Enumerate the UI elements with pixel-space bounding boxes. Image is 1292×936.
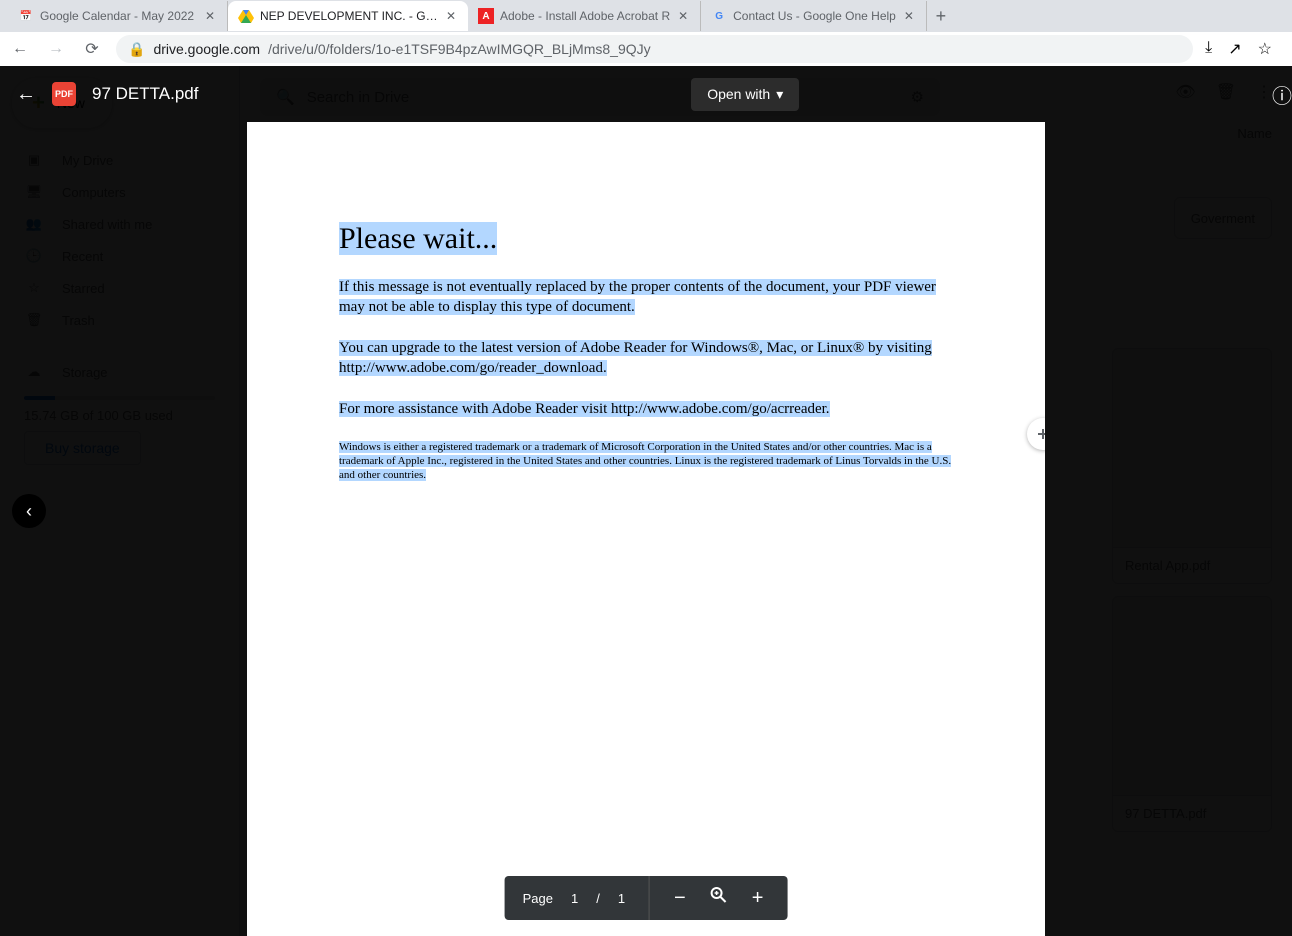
url-domain: drive.google.com — [153, 41, 260, 57]
add-shortcut-button[interactable] — [1027, 418, 1045, 450]
zoom-out-button[interactable]: − — [668, 887, 692, 910]
tab-title: Adobe - Install Adobe Acrobat R — [500, 9, 670, 23]
tab-title: Google Calendar - May 2022 — [40, 9, 197, 23]
install-icon[interactable]: ⤓ — [1205, 39, 1212, 59]
new-tab-button[interactable]: + — [927, 2, 955, 30]
pdf-page: Please wait... If this message is not ev… — [247, 122, 1045, 936]
open-with-button[interactable]: Open with ▾ — [691, 78, 799, 111]
pdf-file-icon: PDF — [52, 82, 76, 106]
zoom-reset-button[interactable] — [704, 886, 734, 910]
close-icon[interactable]: ✕ — [444, 9, 458, 23]
close-icon[interactable]: ✕ — [203, 9, 217, 23]
pdf-toolbar: Page 1 / 1 − + — [505, 876, 788, 920]
url-path: /drive/u/0/folders/1o-e1TSF9B4pzAwIMGQR_… — [268, 41, 651, 57]
chrome-actions: ⤓ ↗ ☆ — [1205, 39, 1284, 59]
tab-title: Contact Us - Google One Help — [733, 9, 896, 23]
calendar-favicon: 📅 — [18, 8, 34, 24]
pdf-title: 97 DETTA.pdf — [92, 84, 198, 104]
help-icon[interactable]: ⓘ — [1272, 80, 1292, 109]
back-arrow-button[interactable]: ← — [16, 83, 36, 106]
pdf-heading: Please wait... — [339, 222, 497, 255]
browser-tab[interactable]: A Adobe - Install Adobe Acrobat R ✕ — [468, 1, 701, 31]
tab-bar: 📅 Google Calendar - May 2022 ✕ NEP DEVEL… — [0, 0, 1292, 32]
close-icon[interactable]: ✕ — [676, 9, 690, 23]
google-favicon: G — [711, 8, 727, 24]
browser-chrome: 📅 Google Calendar - May 2022 ✕ NEP DEVEL… — [0, 0, 1292, 66]
pdf-paragraph: For more assistance with Adobe Reader vi… — [339, 400, 953, 420]
bookmark-icon[interactable]: ☆ — [1258, 39, 1272, 59]
pdf-small-text: Windows is either a registered trademark… — [339, 440, 953, 483]
browser-tab[interactable]: 📅 Google Calendar - May 2022 ✕ — [8, 1, 228, 31]
zoom-controls: − + — [650, 876, 787, 920]
back-button[interactable]: ← — [8, 37, 32, 61]
reload-button[interactable]: ⟳ — [80, 37, 104, 61]
browser-tab-active[interactable]: NEP DEVELOPMENT INC. - Goog ✕ — [228, 1, 468, 31]
page-indicator: Page 1 / 1 — [505, 876, 650, 920]
prev-page-button[interactable]: ‹ — [12, 494, 46, 528]
zoom-in-button[interactable]: + — [746, 887, 770, 910]
browser-tab[interactable]: G Contact Us - Google One Help ✕ — [701, 1, 927, 31]
pdf-paragraph: If this message is not eventually replac… — [339, 278, 953, 317]
pdf-paragraph: You can upgrade to the latest version of… — [339, 339, 953, 378]
lock-icon: 🔒 — [128, 41, 145, 58]
page-separator: / — [596, 891, 600, 906]
address-bar: ← → ⟳ 🔒 drive.google.com/drive/u/0/folde… — [0, 32, 1292, 66]
url-input[interactable]: 🔒 drive.google.com/drive/u/0/folders/1o-… — [116, 35, 1193, 63]
total-pages: 1 — [612, 891, 631, 906]
adobe-favicon: A — [478, 8, 494, 24]
chevron-down-icon: ▾ — [776, 86, 783, 103]
close-icon[interactable]: ✕ — [902, 9, 916, 23]
drive-favicon — [238, 8, 254, 24]
page-label: Page — [523, 891, 553, 906]
tab-title: NEP DEVELOPMENT INC. - Goog — [260, 9, 438, 23]
pdf-viewer-overlay: ← PDF 97 DETTA.pdf Open with ▾ ⓘ ‹ Pleas… — [0, 66, 1292, 936]
forward-button[interactable]: → — [44, 37, 68, 61]
pdf-header: ← PDF 97 DETTA.pdf Open with ▾ ⓘ — [0, 66, 1292, 122]
current-page[interactable]: 1 — [565, 891, 584, 906]
share-icon[interactable]: ↗ — [1228, 39, 1241, 59]
